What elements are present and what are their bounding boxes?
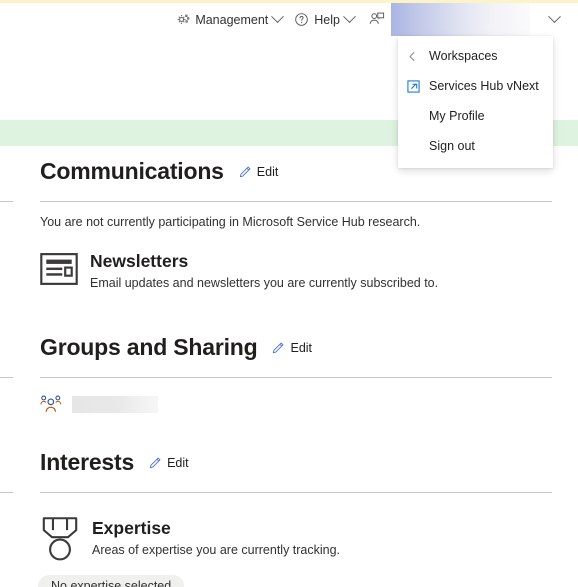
- menu-item-services-hub-vnext-label: Services Hub vNext: [429, 79, 539, 93]
- newsletters-row[interactable]: Newsletters Email updates and newsletter…: [0, 251, 578, 290]
- page-root: Management Help Workspaces Services Hub …: [0, 0, 578, 587]
- nav-item-management-label: Management: [195, 12, 269, 27]
- menu-item-workspaces[interactable]: Workspaces: [398, 41, 553, 71]
- edit-interests-label: Edit: [167, 456, 189, 471]
- chevron-down-icon: [271, 10, 285, 24]
- nav-item-help-label: Help: [314, 12, 340, 27]
- newsletter-icon: [40, 251, 78, 290]
- user-menu-chevron-down-icon[interactable]: [530, 3, 578, 36]
- section-header-interests: Interests Edit: [0, 449, 578, 476]
- user-dropdown-menu: Workspaces Services Hub vNext My Profile…: [398, 36, 553, 168]
- help-circle-icon: [294, 12, 309, 27]
- page-title-groups-and-sharing: Groups and Sharing: [40, 334, 258, 361]
- divider-communications: [0, 196, 578, 206]
- people-group-icon: [40, 395, 62, 413]
- menu-item-my-profile[interactable]: My Profile: [398, 101, 553, 131]
- top-navigation-bar: Management Help: [0, 3, 578, 36]
- menu-item-workspaces-label: Workspaces: [429, 49, 498, 63]
- divider-interests: [0, 487, 578, 497]
- menu-item-sign-out-label: Sign out: [429, 139, 475, 153]
- profile-content: Communications Edit You are not currentl…: [0, 146, 578, 587]
- pencil-edit-icon: [271, 341, 285, 355]
- edit-interests-button[interactable]: Edit: [148, 456, 189, 470]
- pencil-edit-icon: [238, 165, 252, 179]
- menu-item-services-hub-vnext[interactable]: Services Hub vNext: [398, 71, 553, 101]
- medal-icon: [40, 514, 80, 567]
- expertise-title: Expertise: [92, 518, 171, 539]
- section-header-groups-and-sharing: Groups and Sharing Edit: [0, 334, 578, 361]
- chevron-down-icon: [343, 10, 356, 24]
- status-badge-no-expertise: No expertise selected: [38, 575, 185, 587]
- group-list-item[interactable]: [0, 395, 578, 413]
- user-name-redacted: [391, 3, 530, 36]
- newsletters-subtitle: Email updates and newsletters you are cu…: [90, 276, 439, 291]
- user-account-menu[interactable]: [362, 3, 578, 36]
- nav-item-management[interactable]: Management: [169, 3, 288, 36]
- divider-groups-and-sharing: [0, 372, 578, 382]
- page-title-interests: Interests: [40, 449, 135, 476]
- pencil-edit-icon: [148, 456, 162, 470]
- group-name-redacted: [72, 395, 158, 413]
- menu-item-sign-out[interactable]: Sign out: [398, 131, 553, 161]
- edit-communications-label: Edit: [256, 165, 279, 179]
- edit-groups-button[interactable]: Edit: [271, 341, 312, 355]
- edit-groups-label: Edit: [290, 341, 313, 356]
- menu-item-my-profile-label: My Profile: [429, 109, 485, 123]
- expertise-subtitle: Areas of expertise you are currently tra…: [92, 543, 341, 558]
- user-account-icon: [362, 11, 391, 28]
- page-title-communications: Communications: [40, 158, 224, 184]
- external-link-icon: [407, 79, 429, 93]
- edit-communications-button[interactable]: Edit: [238, 165, 279, 179]
- chevron-left-icon: [407, 51, 429, 62]
- newsletters-title: Newsletters: [90, 251, 189, 271]
- expertise-row[interactable]: Expertise Areas of expertise you are cur…: [0, 514, 578, 567]
- nav-item-help[interactable]: Help: [288, 3, 360, 36]
- settings-gear-icon: [175, 12, 190, 27]
- communications-status-text: You are not currently participating in M…: [40, 215, 421, 229]
